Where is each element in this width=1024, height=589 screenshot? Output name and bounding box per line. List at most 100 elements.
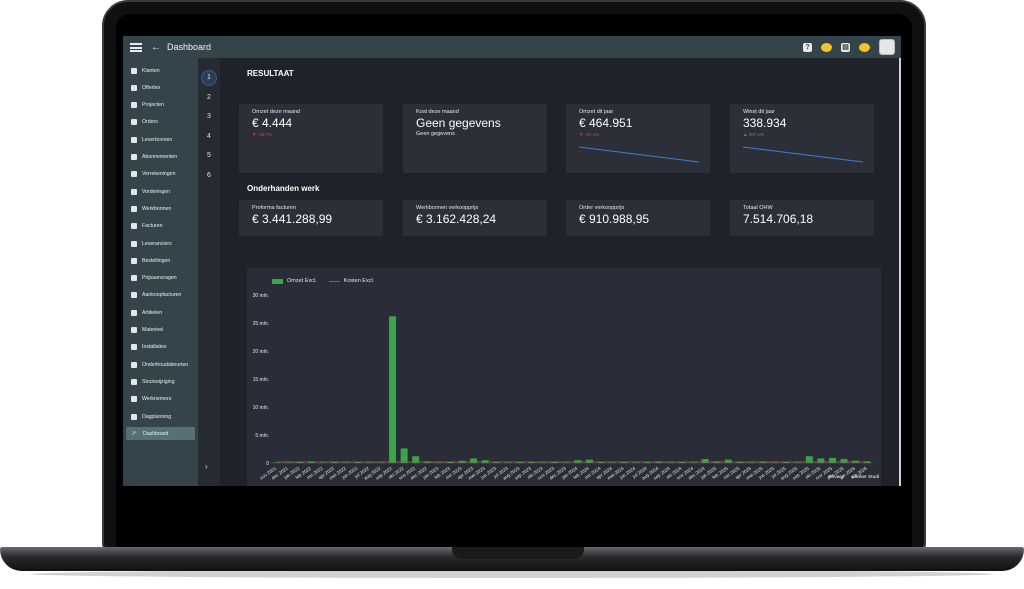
trend-icon: ↗ bbox=[131, 430, 137, 437]
y-tick-label: 25 mln. bbox=[253, 321, 269, 327]
chart-bar[interactable] bbox=[701, 459, 709, 463]
sidebar-item-label: Prijsaanvragen bbox=[142, 275, 177, 282]
chart-bar[interactable] bbox=[840, 459, 848, 463]
chevron-right-icon[interactable]: › bbox=[205, 462, 208, 471]
sidebar-item-installaties[interactable]: Installaties bbox=[126, 341, 195, 354]
sidebar-item-label: Artikelen bbox=[142, 309, 163, 316]
chart-bar[interactable] bbox=[377, 462, 385, 463]
sidebar-item-materieel[interactable]: Materieel bbox=[126, 324, 195, 337]
sidebar-item-label: Installaties bbox=[142, 344, 167, 351]
sidebar-item-abonnementen[interactable]: Abonnementen bbox=[126, 151, 195, 164]
y-tick-label: 5 mln. bbox=[255, 433, 269, 439]
chart-bar[interactable] bbox=[435, 462, 443, 463]
sidebar-item-label: Offertes bbox=[142, 84, 161, 91]
tools-icon bbox=[131, 327, 137, 333]
chart-bar[interactable] bbox=[794, 462, 802, 463]
card-delta: ▼ -92.4% bbox=[579, 132, 599, 137]
card-subtext: Geen gegevens bbox=[416, 131, 455, 137]
cart-icon bbox=[131, 257, 137, 264]
chart-bar[interactable] bbox=[504, 462, 512, 463]
sidebar-item-bestellingen[interactable]: Bestellingen bbox=[126, 254, 195, 267]
sidebar-item-offertes[interactable]: Offertes bbox=[126, 81, 195, 94]
sidebar-item-label: Aankoopfacturen bbox=[142, 292, 182, 299]
step-2[interactable]: 2 bbox=[201, 90, 217, 106]
sidebar-item-facturen[interactable]: Facturen bbox=[126, 220, 195, 233]
card-value: € 464.951 bbox=[579, 116, 633, 130]
topbar-actions: ? ▤ bbox=[803, 39, 895, 55]
privacy-link[interactable]: Privacy bbox=[828, 475, 844, 480]
sidebar-item-dashboard[interactable]: ↗ Dashboard bbox=[126, 427, 195, 441]
back-arrow-icon[interactable]: ← bbox=[151, 42, 161, 53]
hamburger-menu-icon[interactable] bbox=[130, 42, 142, 52]
page-title: Dashboard bbox=[167, 42, 212, 52]
chart-bar[interactable] bbox=[585, 459, 593, 463]
sidebar-item-aankoopfacturen[interactable]: Aankoopfacturen bbox=[126, 289, 195, 302]
chart-bar[interactable] bbox=[389, 316, 397, 463]
step-5[interactable]: 5 bbox=[201, 148, 217, 164]
sidebar-item-leverbonnen[interactable]: Leverbonnen bbox=[126, 133, 195, 146]
laptop-notch bbox=[452, 547, 584, 559]
sidebar-item-label: Werkbonnen bbox=[142, 205, 172, 212]
card-label: Kost deze maand bbox=[416, 109, 459, 115]
chart-bar[interactable] bbox=[666, 462, 674, 463]
looker-studio-link[interactable]: Looker Studi bbox=[852, 475, 879, 480]
sidebar-item-label: Dashboard bbox=[143, 430, 169, 437]
step-3[interactable]: 3 bbox=[201, 109, 217, 125]
sparkline-line bbox=[743, 146, 863, 163]
sidebar-item-klanten[interactable]: Klanten bbox=[126, 64, 195, 77]
sidebar-item-vorderingen[interactable]: Vorderingen bbox=[126, 185, 195, 198]
chart-bar[interactable] bbox=[470, 458, 478, 463]
sidebar-item-label: Werknemers bbox=[142, 396, 172, 403]
step-6[interactable]: 6 bbox=[201, 168, 217, 184]
sidebar-item-stockwijziging[interactable]: Stockwijziging bbox=[126, 375, 195, 388]
sidebar-item-label: Klanten bbox=[142, 67, 160, 74]
chart-footer-links: Privacy Looker Studi bbox=[828, 475, 879, 480]
step-4[interactable]: 4 bbox=[201, 129, 217, 145]
chart-bar[interactable] bbox=[724, 459, 732, 463]
chart-bar[interactable] bbox=[365, 462, 373, 463]
tag-icon bbox=[131, 275, 137, 282]
chart-bar[interactable] bbox=[817, 458, 825, 463]
document-icon bbox=[131, 84, 137, 91]
sidebar-item-prijsaanvragen[interactable]: Prijsaanvragen bbox=[126, 272, 195, 285]
chart-plot: 0 5 mln. 10 mln. 15 mln. 20 mln. 25 mln. 30 ml… bbox=[253, 293, 873, 481]
sidebar-item-werkbonnen[interactable]: Werkbonnen bbox=[126, 202, 195, 215]
chart-bar[interactable] bbox=[771, 462, 779, 463]
sidebar-item-werknemers[interactable]: Werknemers bbox=[126, 393, 195, 406]
sidebar-item-label: Onderhoudsbeurten bbox=[142, 361, 189, 368]
chart-bar[interactable] bbox=[284, 462, 292, 463]
sidebar-item-label: Materieel bbox=[142, 327, 164, 333]
step-1[interactable]: 1 bbox=[201, 70, 217, 86]
chart-bar[interactable] bbox=[690, 462, 698, 463]
chart-bar[interactable] bbox=[609, 462, 616, 463]
sidebar-item-leveranciers[interactable]: Leveranciers bbox=[126, 237, 195, 250]
sidebar-item-orders[interactable]: Orders bbox=[126, 116, 195, 129]
page-scrollbar[interactable] bbox=[899, 58, 901, 486]
avatar[interactable] bbox=[879, 39, 895, 55]
sidebar-item-dagplanning[interactable]: Dagplanning bbox=[126, 410, 195, 423]
chart-bar[interactable] bbox=[342, 462, 350, 463]
messages-bubble-icon[interactable] bbox=[859, 42, 870, 52]
y-tick-label: 10 mln. bbox=[253, 405, 269, 411]
chart-bar[interactable] bbox=[539, 462, 547, 463]
chat-bubble-icon[interactable] bbox=[821, 42, 832, 52]
chart-bar[interactable] bbox=[400, 448, 408, 463]
chart-bar[interactable] bbox=[632, 462, 640, 463]
person-card-icon bbox=[131, 67, 137, 74]
sidebar-item-projecten[interactable]: Projecten bbox=[126, 99, 195, 112]
chart-bar[interactable] bbox=[273, 462, 281, 463]
clipboard-icon[interactable]: ▤ bbox=[841, 42, 850, 52]
card-label: Omzet deze maand bbox=[252, 109, 300, 115]
check-list-icon bbox=[131, 188, 137, 195]
question-icon[interactable]: ? bbox=[803, 42, 812, 52]
sidebar-item-artikelen[interactable]: Artikelen bbox=[126, 306, 195, 319]
chart-bar[interactable] bbox=[562, 462, 570, 463]
sidebar-item-label: Bestellingen bbox=[142, 257, 171, 264]
chart-bar[interactable] bbox=[747, 462, 755, 463]
box-icon bbox=[131, 309, 137, 316]
chart-bar[interactable] bbox=[319, 462, 327, 463]
sidebar-item-onderhoudsbeurten[interactable]: Onderhoudsbeurten bbox=[126, 358, 195, 371]
sidebar-item-verrekeningen[interactable]: Verrekeningen bbox=[126, 168, 195, 181]
resultaat-card-1: Omzet deze maand € 4.444 ▼ -98.7% bbox=[239, 104, 383, 173]
section-title-resultaat: RESULTAAT bbox=[247, 69, 294, 78]
